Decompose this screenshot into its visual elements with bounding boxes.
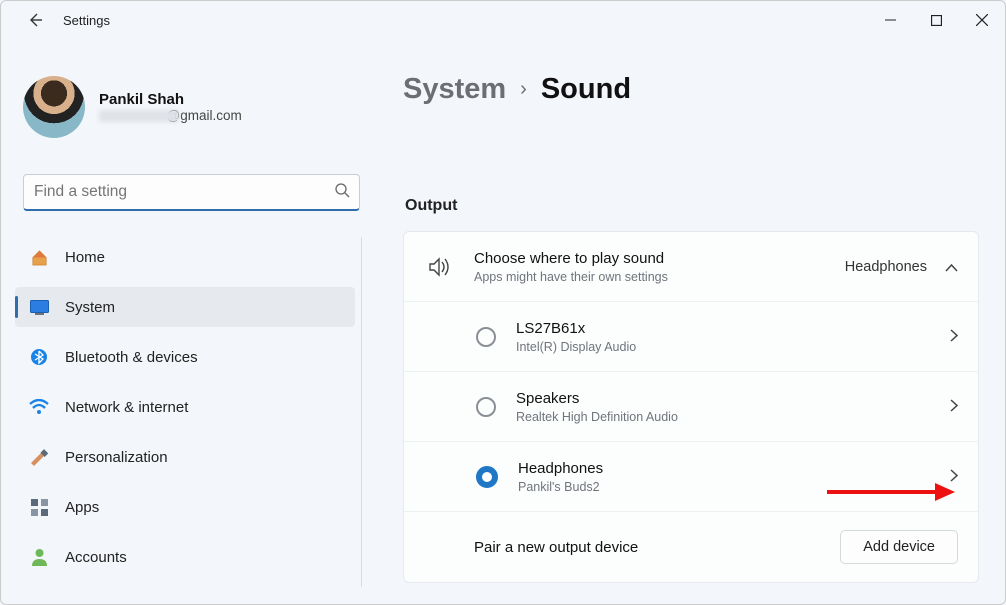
output-header-subtitle: Apps might have their own settings: [474, 270, 845, 284]
radio-checked[interactable]: [476, 466, 498, 488]
output-header-value: Headphones: [845, 259, 927, 275]
output-header-text: Choose where to play sound Apps might ha…: [474, 250, 845, 284]
radio-unchecked[interactable]: [476, 397, 496, 417]
brush-icon: [29, 447, 49, 467]
wifi-icon: [29, 397, 49, 417]
breadcrumb: System › Sound: [403, 73, 631, 106]
sidebar-item-personalization[interactable]: Personalization: [15, 437, 355, 477]
search-wrapper: [23, 174, 360, 211]
sidebar-item-bluetooth[interactable]: Bluetooth & devices: [15, 337, 355, 377]
search-input[interactable]: [23, 174, 360, 211]
search-icon: [335, 183, 350, 202]
close-button[interactable]: [959, 4, 1005, 36]
profile-text: Pankil Shah xxxxxxxxxx@gmail.com: [99, 91, 242, 123]
profile-email: xxxxxxxxxx@gmail.com: [99, 108, 242, 123]
output-header-row[interactable]: Choose where to play sound Apps might ha…: [404, 232, 978, 302]
sidebar-item-label: Apps: [65, 499, 99, 516]
device-driver: Pankil's Buds2: [518, 480, 950, 494]
output-device-row[interactable]: LS27B61x Intel(R) Display Audio: [404, 302, 978, 372]
breadcrumb-current: Sound: [541, 73, 631, 106]
output-device-row[interactable]: Headphones Pankil's Buds2: [404, 442, 978, 512]
chevron-right-icon: ›: [520, 78, 527, 101]
radio-unchecked[interactable]: [476, 327, 496, 347]
breadcrumb-parent[interactable]: System: [403, 73, 506, 106]
device-text: Speakers Realtek High Definition Audio: [516, 390, 950, 424]
add-device-button[interactable]: Add device: [840, 530, 958, 564]
pair-device-label: Pair a new output device: [474, 539, 840, 556]
bluetooth-icon: [29, 347, 49, 367]
device-name: LS27B61x: [516, 320, 950, 337]
sidebar-item-label: System: [65, 299, 115, 316]
back-button[interactable]: [25, 10, 45, 30]
sidebar-item-label: Personalization: [65, 449, 168, 466]
avatar: [23, 76, 85, 138]
sidebar-nav: Home System Bluetooth & devices Network …: [15, 237, 362, 587]
sidebar-item-apps[interactable]: Apps: [15, 487, 355, 527]
device-name: Headphones: [518, 460, 950, 477]
output-header-title: Choose where to play sound: [474, 250, 845, 267]
chevron-right-icon[interactable]: [950, 329, 958, 345]
sidebar-item-home[interactable]: Home: [15, 237, 355, 277]
output-panel: Choose where to play sound Apps might ha…: [403, 231, 979, 583]
chevron-right-icon[interactable]: [950, 469, 958, 485]
output-device-row[interactable]: Speakers Realtek High Definition Audio: [404, 372, 978, 442]
sidebar-item-label: Home: [65, 249, 105, 266]
sidebar-item-accounts[interactable]: Accounts: [15, 537, 355, 577]
minimize-button[interactable]: [867, 4, 913, 36]
device-driver: Realtek High Definition Audio: [516, 410, 950, 424]
sidebar-item-label: Bluetooth & devices: [65, 349, 198, 366]
person-icon: [29, 547, 49, 567]
arrow-left-icon: [27, 12, 43, 28]
chevron-right-icon[interactable]: [950, 399, 958, 415]
sidebar-item-network[interactable]: Network & internet: [15, 387, 355, 427]
speaker-icon: [424, 256, 456, 278]
apps-icon: [29, 497, 49, 517]
section-label-output: Output: [405, 197, 457, 215]
window-controls: [867, 4, 1005, 36]
device-driver: Intel(R) Display Audio: [516, 340, 950, 354]
system-icon: [29, 297, 49, 317]
sidebar-item-label: Network & internet: [65, 399, 188, 416]
sidebar-item-system[interactable]: System: [15, 287, 355, 327]
pair-device-row: Pair a new output device Add device: [404, 512, 978, 582]
device-text: LS27B61x Intel(R) Display Audio: [516, 320, 950, 354]
device-name: Speakers: [516, 390, 950, 407]
sidebar-item-label: Accounts: [65, 549, 127, 566]
window-title: Settings: [63, 13, 110, 28]
profile-block[interactable]: Pankil Shah xxxxxxxxxx@gmail.com: [23, 76, 242, 138]
maximize-button[interactable]: [913, 4, 959, 36]
home-icon: [29, 247, 49, 267]
profile-name: Pankil Shah: [99, 91, 242, 108]
chevron-up-icon: [945, 259, 958, 275]
device-text: Headphones Pankil's Buds2: [518, 460, 950, 494]
title-bar: Settings: [1, 1, 1005, 39]
